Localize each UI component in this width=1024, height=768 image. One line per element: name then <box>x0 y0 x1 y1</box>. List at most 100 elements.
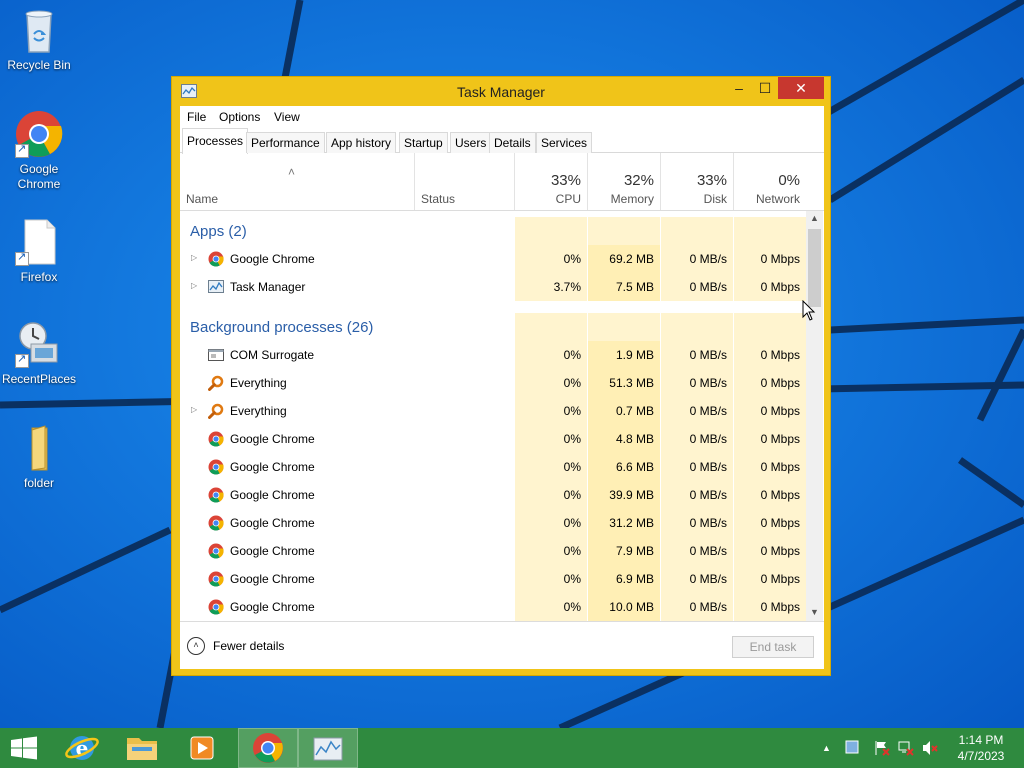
tab-details[interactable]: Details <box>489 132 536 153</box>
process-cpu-value: 0% <box>563 460 581 474</box>
maximize-button[interactable]: ☐ <box>752 77 778 99</box>
taskbar-media-player[interactable] <box>172 728 232 768</box>
process-memory-value: 51.3 MB <box>609 376 654 390</box>
chrome-icon <box>208 459 224 475</box>
process-disk-value: 0 MB/s <box>689 488 727 502</box>
process-name: Everything <box>230 404 287 418</box>
task-manager-icon <box>313 737 343 761</box>
tab-performance[interactable]: Performance <box>246 132 325 153</box>
process-name: Google Chrome <box>230 572 315 586</box>
process-row[interactable]: COM Surrogate 0% 1.9 MB 0 MB/s 0 Mbps <box>180 341 806 369</box>
process-disk-value: 0 MB/s <box>689 432 727 446</box>
process-name: Google Chrome <box>230 544 315 558</box>
process-row[interactable]: Everything 0% 51.3 MB 0 MB/s 0 Mbps <box>180 369 806 397</box>
expand-arrow-icon[interactable]: ▷ <box>191 405 197 414</box>
network-total-percent: 0% <box>778 172 800 189</box>
column-header-memory[interactable]: 32% Memory <box>587 153 660 210</box>
group-header: Apps (2) <box>180 217 806 245</box>
cpu-total-percent: 33% <box>550 172 581 189</box>
column-header-disk[interactable]: 33% Disk <box>660 153 733 210</box>
folder-icon <box>15 424 63 472</box>
process-row[interactable]: Google Chrome 0% 6.9 MB 0 MB/s 0 Mbps <box>180 565 806 593</box>
process-name: Google Chrome <box>230 432 315 446</box>
desktop-icon-recentplaces[interactable]: RecentPlaces <box>1 320 77 387</box>
expand-arrow-icon[interactable]: ▷ <box>191 253 197 262</box>
process-memory-value: 6.6 MB <box>615 460 654 474</box>
recycle-bin-icon <box>15 6 63 54</box>
desktop-icon-label: Google <box>19 162 59 176</box>
taskbar-task-manager[interactable] <box>298 728 358 768</box>
taskbar-chrome[interactable] <box>238 728 298 768</box>
tray-action-center-flag-icon[interactable] <box>874 740 890 759</box>
minimize-button[interactable]: – <box>726 77 752 99</box>
process-disk-value: 0 MB/s <box>689 544 727 558</box>
process-cpu-value: 0% <box>563 488 581 502</box>
process-memory-value: 0.7 MB <box>615 404 654 418</box>
column-label-status: Status <box>421 192 456 206</box>
process-memory-value: 39.9 MB <box>609 488 654 502</box>
process-memory-value: 1.9 MB <box>615 348 654 362</box>
task-manager-window[interactable]: Task Manager – ☐ ✕ File Options View Pro… <box>171 76 831 676</box>
process-row[interactable]: Google Chrome 0% 31.2 MB 0 MB/s 0 Mbps <box>180 509 806 537</box>
process-disk-value: 0 MB/s <box>689 600 727 614</box>
taskbar-internet-explorer[interactable]: e <box>52 728 112 768</box>
scroll-down-icon[interactable]: ▼ <box>806 607 823 617</box>
process-disk-value: 0 MB/s <box>689 460 727 474</box>
desktop-icon-recycle-bin[interactable]: Recycle Bin <box>1 6 77 73</box>
chrome-icon <box>15 110 63 158</box>
process-row[interactable]: Google Chrome 0% 7.9 MB 0 MB/s 0 Mbps <box>180 537 806 565</box>
desktop-icon-google-chrome[interactable]: Google Chrome <box>1 110 77 192</box>
chrome-icon <box>208 487 224 503</box>
process-memory-value: 69.2 MB <box>609 252 654 266</box>
expand-arrow-icon[interactable]: ▷ <box>191 281 197 290</box>
tray-volume-muted-icon[interactable] <box>922 740 938 759</box>
vertical-scrollbar[interactable]: ▲ ▼ <box>806 211 823 621</box>
end-task-button[interactable]: End task <box>732 636 814 658</box>
process-row[interactable]: Google Chrome 0% 39.9 MB 0 MB/s 0 Mbps <box>180 481 806 509</box>
recent-places-icon <box>15 320 63 368</box>
process-row[interactable]: Google Chrome 0% 6.6 MB 0 MB/s 0 Mbps <box>180 453 806 481</box>
process-row[interactable]: ▷ Everything 0% 0.7 MB 0 MB/s 0 Mbps <box>180 397 806 425</box>
tab-app-history[interactable]: App history <box>326 132 397 153</box>
process-row[interactable]: ▷ Google Chrome 0% 69.2 MB 0 MB/s 0 Mbps <box>180 245 806 273</box>
column-header-status[interactable]: Status <box>414 153 514 210</box>
tray-network-icon[interactable] <box>898 740 914 759</box>
process-row[interactable]: Google Chrome 0% 4.8 MB 0 MB/s 0 Mbps <box>180 425 806 453</box>
tray-keyboard-icon[interactable] <box>845 740 859 757</box>
process-memory-value: 7.9 MB <box>615 544 654 558</box>
start-button[interactable] <box>0 728 48 768</box>
process-cpu-value: 0% <box>563 376 581 390</box>
tab-users[interactable]: Users <box>450 132 492 153</box>
process-network-value: 0 Mbps <box>760 516 800 530</box>
tab-startup[interactable]: Startup <box>399 132 448 153</box>
process-network-value: 0 Mbps <box>760 404 800 418</box>
column-header-cpu[interactable]: 33% CPU <box>514 153 587 210</box>
menu-options[interactable]: Options <box>219 110 260 124</box>
column-header-name[interactable]: ˄ Name <box>180 153 414 210</box>
desktop-icon-folder[interactable]: folder <box>1 424 77 491</box>
scroll-thumb[interactable] <box>808 229 821 307</box>
chrome-icon <box>208 599 224 615</box>
taskbar-file-explorer[interactable] <box>112 728 172 768</box>
column-header-network[interactable]: 0% Network <box>733 153 806 210</box>
windows-logo-icon <box>11 736 37 760</box>
process-row[interactable]: Google Chrome 0% 10.0 MB 0 MB/s 0 Mbps <box>180 593 806 621</box>
heat-cell-bg <box>733 313 806 341</box>
scroll-up-icon[interactable]: ▲ <box>806 213 823 223</box>
close-button[interactable]: ✕ <box>778 77 824 99</box>
title-bar[interactable]: Task Manager – ☐ ✕ <box>172 77 830 105</box>
process-memory-value: 4.8 MB <box>615 432 654 446</box>
process-disk-value: 0 MB/s <box>689 280 727 294</box>
clock-date[interactable]: 4/7/2023 <box>950 749 1012 763</box>
show-hidden-icons-icon[interactable]: ▲ <box>822 743 831 753</box>
menu-file[interactable]: File <box>187 110 206 124</box>
process-memory-value: 6.9 MB <box>615 572 654 586</box>
desktop-icon-firefox[interactable]: Firefox <box>1 218 77 285</box>
clock-time[interactable]: 1:14 PM <box>950 733 1012 747</box>
tab-services[interactable]: Services <box>536 132 593 153</box>
tab-processes[interactable]: Processes <box>182 128 249 154</box>
sort-arrow-icon: ˄ <box>288 165 296 179</box>
menu-view[interactable]: View <box>274 110 300 124</box>
footer-bar: ˄ Fewer details End task <box>180 621 824 669</box>
process-row[interactable]: ▷ Task Manager 3.7% 7.5 MB 0 MB/s 0 Mbps <box>180 273 806 301</box>
